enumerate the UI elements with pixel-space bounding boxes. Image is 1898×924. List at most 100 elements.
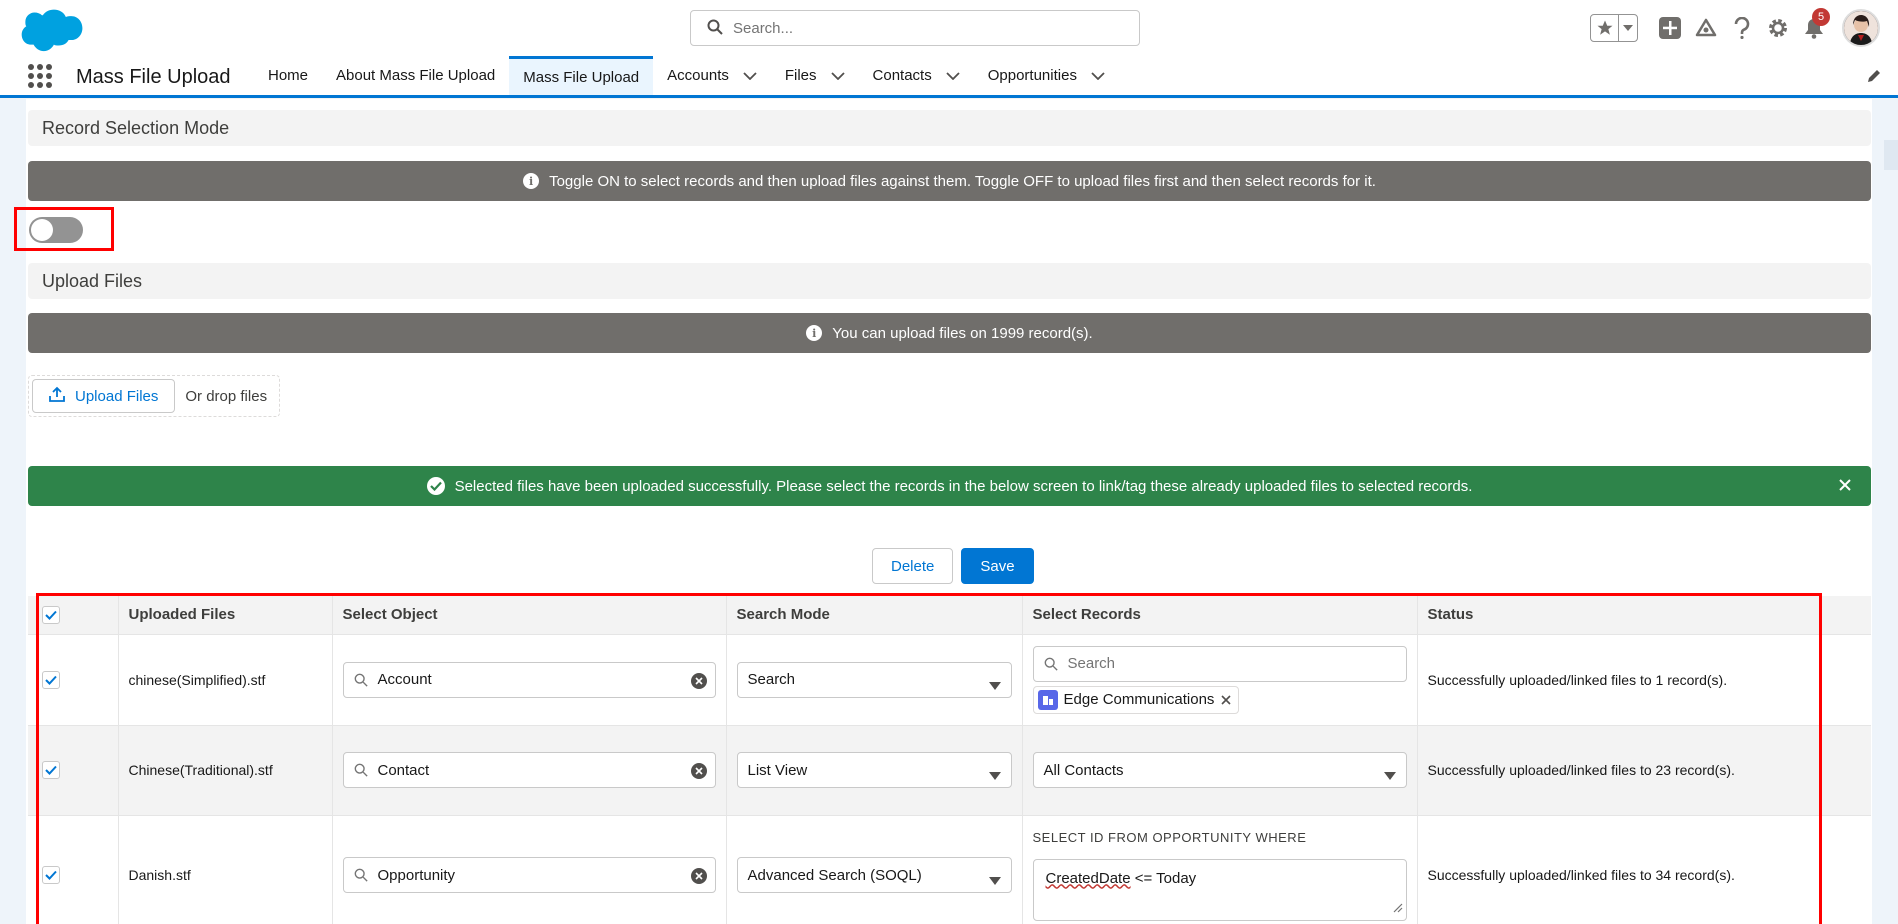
soql-prefix-label: SELECT ID FROM OPPORTUNITY WHERE <box>1032 829 1307 845</box>
object-lookup-input[interactable]: Account <box>342 661 716 698</box>
info-icon: i <box>523 173 540 189</box>
clear-icon[interactable] <box>690 763 707 783</box>
search-mode-cell: Search <box>726 634 1023 726</box>
soql-where-textarea[interactable]: CreatedDate <= Today <box>1032 858 1407 921</box>
dropdown-arrow-icon <box>988 677 1001 694</box>
row-checkbox[interactable] <box>42 761 60 779</box>
records-search-placeholder: Search <box>1067 655 1116 672</box>
edit-nav-pencil-icon[interactable] <box>1866 68 1882 87</box>
search-icon <box>354 763 368 777</box>
select-object-cell: Contact <box>332 725 727 816</box>
nav-tab-home[interactable]: Home <box>254 56 322 95</box>
records-search-input[interactable]: Search <box>1032 645 1407 682</box>
search-icon <box>354 868 368 882</box>
salesforce-logo[interactable] <box>18 6 84 52</box>
column-header-search-mode: Search Mode <box>726 596 1023 635</box>
user-avatar[interactable] <box>1842 9 1880 47</box>
nav-tab-accounts[interactable]: Accounts <box>653 56 771 95</box>
table-header-row: Uploaded Files Select Object Search Mode… <box>28 596 1871 635</box>
favorites-star-icon[interactable] <box>1591 15 1619 41</box>
nav-tab-contacts[interactable]: Contacts <box>859 56 974 95</box>
soql-condition: <= Today <box>1130 869 1197 887</box>
table-row: chinese(Simplified).stf Account Search S… <box>28 634 1871 726</box>
select-object-cell: Account <box>332 634 727 726</box>
record-selection-info-banner: i Toggle ON to select records and then u… <box>28 161 1871 201</box>
select-records-cell: SELECT ID FROM OPPORTUNITY WHERE Created… <box>1022 815 1418 924</box>
nav-tab-files[interactable]: Files <box>771 56 859 95</box>
clear-icon[interactable] <box>690 672 707 693</box>
search-mode-select[interactable]: List View <box>736 752 1012 788</box>
search-icon <box>1044 657 1058 671</box>
record-selection-toggle[interactable] <box>29 217 83 243</box>
search-icon <box>707 19 723 38</box>
global-search-input[interactable]: Search... <box>690 10 1140 46</box>
chevron-down-icon[interactable] <box>743 71 757 80</box>
search-mode-select[interactable]: Search <box>736 661 1012 698</box>
success-toast: Selected files have been uploaded succes… <box>28 466 1871 506</box>
chevron-down-icon[interactable] <box>830 71 845 80</box>
nav-tab-label: Opportunities <box>987 67 1077 84</box>
object-value: Contact <box>377 761 430 779</box>
search-mode-value: Advanced Search (SOQL) <box>747 866 922 884</box>
dropdown-arrow-icon <box>988 872 1001 889</box>
chevron-down-icon[interactable] <box>1091 71 1105 80</box>
chevron-down-icon[interactable] <box>946 71 960 80</box>
list-view-select[interactable]: All Contacts <box>1032 752 1407 788</box>
app-navigation-bar: Mass File Upload Home About Mass File Up… <box>0 56 1898 98</box>
uploaded-files-table: Uploaded Files Select Object Search Mode… <box>28 596 1871 924</box>
background-edge-right <box>1872 99 1898 924</box>
row-select-cell <box>28 634 119 726</box>
action-buttons: Delete Save <box>872 548 1034 584</box>
side-scroll-handle[interactable] <box>1884 140 1898 170</box>
select-object-cell: Opportunity <box>332 815 727 924</box>
file-name-cell: Danish.stf <box>118 815 333 924</box>
status-cell: Successfully uploaded/linked files to 34… <box>1417 815 1871 924</box>
help-icon[interactable] <box>1724 10 1760 46</box>
bell-icon[interactable]: 5 <box>1796 8 1832 46</box>
setup-gear-icon[interactable] <box>1760 10 1796 46</box>
favorites-button[interactable] <box>1590 14 1638 42</box>
status-cell: Successfully uploaded/linked files to 23… <box>1417 725 1871 816</box>
success-check-icon <box>426 477 445 495</box>
nav-tab-label: Files <box>784 67 817 84</box>
upload-files-button[interactable]: Upload Files <box>32 379 176 413</box>
upload-info-banner: i You can upload files on 1999 record(s)… <box>28 313 1871 353</box>
nav-tab-about[interactable]: About Mass File Upload <box>322 56 509 95</box>
close-icon[interactable] <box>1837 477 1853 497</box>
global-header: Search... 5 <box>0 0 1898 56</box>
select-records-cell: Search Edge Communications <box>1022 634 1418 726</box>
trailhead-icon[interactable] <box>1688 10 1724 46</box>
app-launcher-icon[interactable] <box>28 64 52 88</box>
save-button[interactable]: Save <box>961 548 1034 584</box>
toggle-highlight-box <box>14 207 114 251</box>
add-icon[interactable] <box>1652 10 1688 46</box>
column-header-select-records: Select Records <box>1022 596 1418 635</box>
delete-button[interactable]: Delete <box>872 548 954 584</box>
column-header-uploaded-files: Uploaded Files <box>118 596 333 635</box>
favorites-dropdown-icon[interactable] <box>1619 25 1637 31</box>
soql-field-keyword: CreatedDate <box>1045 869 1131 887</box>
search-mode-select[interactable]: Advanced Search (SOQL) <box>736 857 1012 893</box>
object-value: Opportunity <box>377 866 456 884</box>
nav-tab-opportunities[interactable]: Opportunities <box>974 56 1119 95</box>
nav-tab-label: Contacts <box>872 67 932 84</box>
row-checkbox[interactable] <box>42 866 60 884</box>
resize-handle-icon[interactable] <box>1393 900 1403 917</box>
row-select-cell <box>28 815 119 924</box>
list-view-value: All Contacts <box>1043 761 1124 779</box>
app-name: Mass File Upload <box>76 66 231 88</box>
object-lookup-input[interactable]: Opportunity <box>342 857 716 893</box>
drop-files-text: Or drop files <box>185 387 268 405</box>
search-icon <box>354 673 368 687</box>
nav-tab-mass-file-upload[interactable]: Mass File Upload <box>509 56 654 95</box>
remove-pill-icon[interactable] <box>1220 694 1232 706</box>
row-select-cell <box>28 725 119 816</box>
column-header-select-object: Select Object <box>332 596 727 635</box>
object-lookup-input[interactable]: Contact <box>342 752 716 788</box>
clear-icon[interactable] <box>690 868 707 888</box>
search-mode-value: List View <box>747 761 808 779</box>
row-checkbox[interactable] <box>42 670 60 689</box>
file-drop-zone[interactable]: Upload Files Or drop files <box>28 375 280 417</box>
object-value: Account <box>377 671 432 688</box>
select-all-checkbox[interactable] <box>42 605 60 624</box>
